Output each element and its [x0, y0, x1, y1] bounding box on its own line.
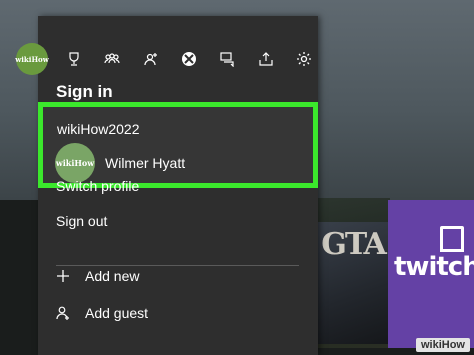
guide-tab-bar — [64, 49, 314, 69]
account-gamertag: wikiHow2022 — [57, 121, 140, 137]
plus-icon — [57, 270, 69, 282]
add-new-item[interactable]: Add new — [56, 268, 139, 284]
watermark: wikiHow — [415, 338, 470, 352]
settings-icon[interactable] — [294, 49, 314, 69]
page-title: Sign in — [56, 82, 113, 101]
account-name: Wilmer Hyatt — [105, 155, 186, 171]
guest-person-icon — [56, 306, 69, 320]
messages-icon[interactable] — [217, 49, 237, 69]
trophy-icon[interactable] — [64, 49, 84, 69]
twitch-logo: twitch — [394, 252, 474, 282]
guide-panel: wikiHow Sign in wikiHow2022 wikiHow Wilm… — [15, 16, 318, 355]
switch-profile-item[interactable]: Switch profile — [56, 178, 139, 194]
party-icon[interactable] — [141, 49, 161, 69]
xbox-icon[interactable] — [179, 49, 199, 69]
sign-out-label: Sign out — [56, 213, 108, 229]
selected-account[interactable]: wikiHow2022 wikiHow Wilmer Hyatt — [38, 102, 318, 188]
friends-icon[interactable] — [102, 49, 122, 69]
add-guest-label: Add guest — [85, 305, 149, 321]
account-row: wikiHow Wilmer Hyatt — [55, 143, 185, 183]
switch-profile-label: Switch profile — [56, 178, 140, 194]
game-tile-gta[interactable]: GTA — [316, 222, 390, 344]
app-tile-twitch[interactable]: twitch — [388, 200, 474, 348]
twitch-glyph-icon — [440, 226, 464, 252]
sign-out-item[interactable]: Sign out — [56, 213, 107, 229]
add-new-label: Add new — [85, 268, 140, 284]
upload-icon[interactable] — [256, 49, 276, 69]
profile-avatar[interactable]: wikiHow — [15, 43, 49, 75]
gta-logo: GTA — [321, 227, 387, 262]
account-avatar: wikiHow — [55, 143, 95, 183]
add-guest-item[interactable]: Add guest — [56, 305, 148, 321]
divider — [56, 265, 299, 266]
